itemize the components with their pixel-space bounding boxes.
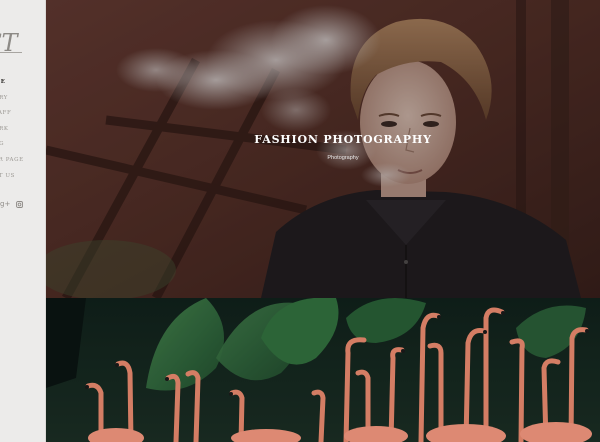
hero-portfolio-item[interactable]: FASHION PHOTOGRAPHY Photography xyxy=(46,0,600,298)
hero-overlay xyxy=(46,0,600,298)
tile-overlay xyxy=(46,298,600,442)
main-nav: ME ORY TAFF ORK OG ER PAGE CT US xyxy=(0,78,24,187)
portfolio-item-flamingos[interactable] xyxy=(46,298,600,442)
google-plus-icon[interactable]: g+ xyxy=(0,200,10,208)
social-links: g+ xyxy=(0,200,24,208)
nav-item-home[interactable]: ME xyxy=(0,78,24,94)
nav-item-contact-us[interactable]: CT US xyxy=(0,172,24,188)
nav-item-story[interactable]: ORY xyxy=(0,94,24,110)
nav-item-other-page[interactable]: ER PAGE xyxy=(0,156,24,172)
nav-item-blog[interactable]: OG xyxy=(0,140,24,156)
nav-item-staff[interactable]: TAFF xyxy=(0,109,24,125)
sidebar: ST ME ORY TAFF ORK OG ER PAGE CT US g+ xyxy=(0,0,46,442)
nav-item-work[interactable]: ORK xyxy=(0,125,24,141)
instagram-icon[interactable] xyxy=(16,200,24,208)
site-logo[interactable]: ST xyxy=(0,28,26,58)
logo-underline xyxy=(0,52,22,53)
portfolio-item-title[interactable]: FASHION PHOTOGRAPHY xyxy=(46,133,600,146)
portfolio-item-category[interactable]: Photography xyxy=(46,155,600,161)
